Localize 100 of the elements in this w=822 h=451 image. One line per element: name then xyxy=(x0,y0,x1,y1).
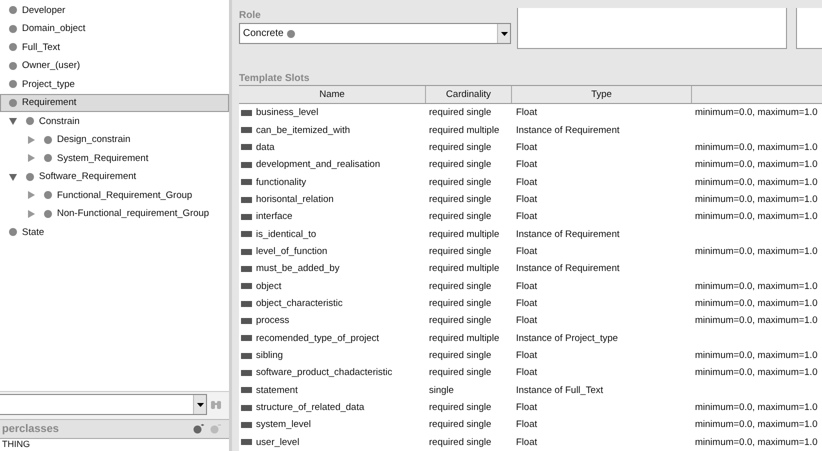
superclass-item[interactable]: THING xyxy=(2,439,30,449)
column-header[interactable]: Type xyxy=(512,86,692,104)
tree-item[interactable]: Project_type xyxy=(0,75,229,94)
collapse-icon[interactable] xyxy=(9,117,17,126)
tree-item[interactable]: State xyxy=(0,223,229,242)
table-cell: Float xyxy=(516,315,538,326)
dropdown-icon xyxy=(500,32,508,36)
expand-icon[interactable] xyxy=(27,154,35,162)
table-cell: Float xyxy=(516,246,538,258)
table-cell: minimum=0.0, maximum=1.0 xyxy=(695,280,818,292)
tree-item[interactable]: Design_constrain xyxy=(0,130,229,149)
class-icon xyxy=(286,30,295,38)
table-cell: required single xyxy=(429,367,492,378)
table-cell: minimum=0.0, maximum=1.0 xyxy=(695,107,818,118)
slot-icon xyxy=(241,214,252,220)
slot-icon xyxy=(241,144,252,150)
table-cell: minimum=0.0, maximum=1.0 xyxy=(695,176,818,188)
table-cell: minimum=0.0, maximum=1.0 xyxy=(695,142,818,153)
table-cell: Instance of Requirement xyxy=(516,263,620,274)
table-cell: required single xyxy=(429,280,492,292)
tree-item[interactable]: Non-Functional_requirement_Group xyxy=(0,204,229,223)
class-icon xyxy=(44,210,52,218)
table-cell: structure_of_related_data xyxy=(256,402,364,414)
table-cell: Float xyxy=(516,176,538,188)
slot-icon xyxy=(241,266,252,272)
expand-icon[interactable] xyxy=(27,210,35,218)
table-cell: statement xyxy=(256,384,298,396)
column-header[interactable]: Cardinality xyxy=(426,86,512,104)
table-cell: minimum=0.0, maximum=1.0 xyxy=(695,350,818,362)
tree-item[interactable]: System_Requirement xyxy=(0,149,229,168)
search-field[interactable] xyxy=(0,394,207,415)
tree-item[interactable]: Functional_Requirement_Group xyxy=(0,186,229,204)
tree-item[interactable]: Full_Text xyxy=(0,38,229,56)
collapse-icon[interactable] xyxy=(9,172,17,181)
table-cell: required single xyxy=(429,194,492,206)
slot-icon xyxy=(241,422,252,428)
table-cell: object_characteristic xyxy=(256,298,343,310)
slot-icon xyxy=(241,283,252,290)
table-cell: required single xyxy=(429,211,492,222)
text-area[interactable] xyxy=(517,8,787,50)
table-cell: process xyxy=(256,315,290,326)
tree-item[interactable]: Owner_(user) xyxy=(0,56,229,75)
table-cell: level_of_function xyxy=(256,246,328,258)
table-cell: minimum=0.0, maximum=1.0 xyxy=(695,298,818,310)
table-cell: required single xyxy=(429,315,492,326)
class-icon xyxy=(44,136,52,144)
table-cell: business_level xyxy=(256,107,318,118)
tree-item[interactable]: Constrain xyxy=(0,112,229,130)
table-cell: Instance of Requirement xyxy=(516,124,620,136)
tree-item[interactable]: Software_Requirement xyxy=(0,168,229,186)
table-cell: required multiple xyxy=(429,124,500,136)
class-icon xyxy=(9,43,17,52)
tree-item[interactable]: Requirement xyxy=(0,94,229,112)
class-icon xyxy=(44,191,52,200)
table-cell: Float xyxy=(516,142,538,153)
remove-class-icon[interactable] xyxy=(210,424,221,434)
table-cell: sibling xyxy=(256,350,283,362)
class-icon xyxy=(9,62,17,70)
table-cell: minimum=0.0, maximum=1.0 xyxy=(695,367,818,378)
section-title: Template Slots xyxy=(239,73,310,84)
table-cell: Float xyxy=(516,211,538,222)
slot-icon xyxy=(241,439,252,446)
slot-icon xyxy=(241,248,252,255)
slot-icon xyxy=(241,387,252,394)
expand-icon[interactable] xyxy=(27,136,35,144)
class-icon xyxy=(9,6,17,14)
table-cell: Float xyxy=(516,298,538,310)
table-cell: interface xyxy=(256,211,292,222)
table-cell: required multiple xyxy=(429,332,500,344)
table-cell: Instance of Full_Text xyxy=(516,384,604,396)
binoculars-icon[interactable] xyxy=(211,400,221,409)
add-class-icon[interactable] xyxy=(193,424,204,434)
tree-item[interactable]: Developer xyxy=(0,1,229,20)
table-cell: Float xyxy=(516,436,538,448)
table-cell: required single xyxy=(429,419,492,430)
slot-icon xyxy=(241,352,252,359)
column-header[interactable]: Name xyxy=(239,86,426,104)
table-cell: required single xyxy=(429,298,492,310)
slot-icon xyxy=(241,335,252,342)
table-cell: Float xyxy=(516,350,538,362)
table-cell: Float xyxy=(516,402,538,414)
table-cell: required multiple xyxy=(429,228,500,240)
table-cell: required single xyxy=(429,159,492,170)
table-cell: required single xyxy=(429,142,492,153)
slot-icon xyxy=(241,300,252,307)
class-icon xyxy=(9,24,17,33)
table-cell: minimum=0.0, maximum=1.0 xyxy=(695,246,818,258)
expand-icon[interactable] xyxy=(27,191,35,200)
table-cell: minimum=0.0, maximum=1.0 xyxy=(695,419,818,430)
table-cell: required single xyxy=(429,402,492,414)
text-area[interactable] xyxy=(796,8,822,50)
table-cell: required single xyxy=(429,176,492,188)
dropdown-icon xyxy=(196,402,204,406)
class-icon xyxy=(26,117,34,126)
tree-item[interactable]: Domain_object xyxy=(0,20,229,38)
slot-icon xyxy=(241,179,252,186)
class-icon xyxy=(9,80,17,88)
table-cell: can_be_itemized_with xyxy=(256,124,350,136)
slot-icon xyxy=(241,318,252,324)
role-dropdown[interactable]: Concrete xyxy=(239,23,511,44)
